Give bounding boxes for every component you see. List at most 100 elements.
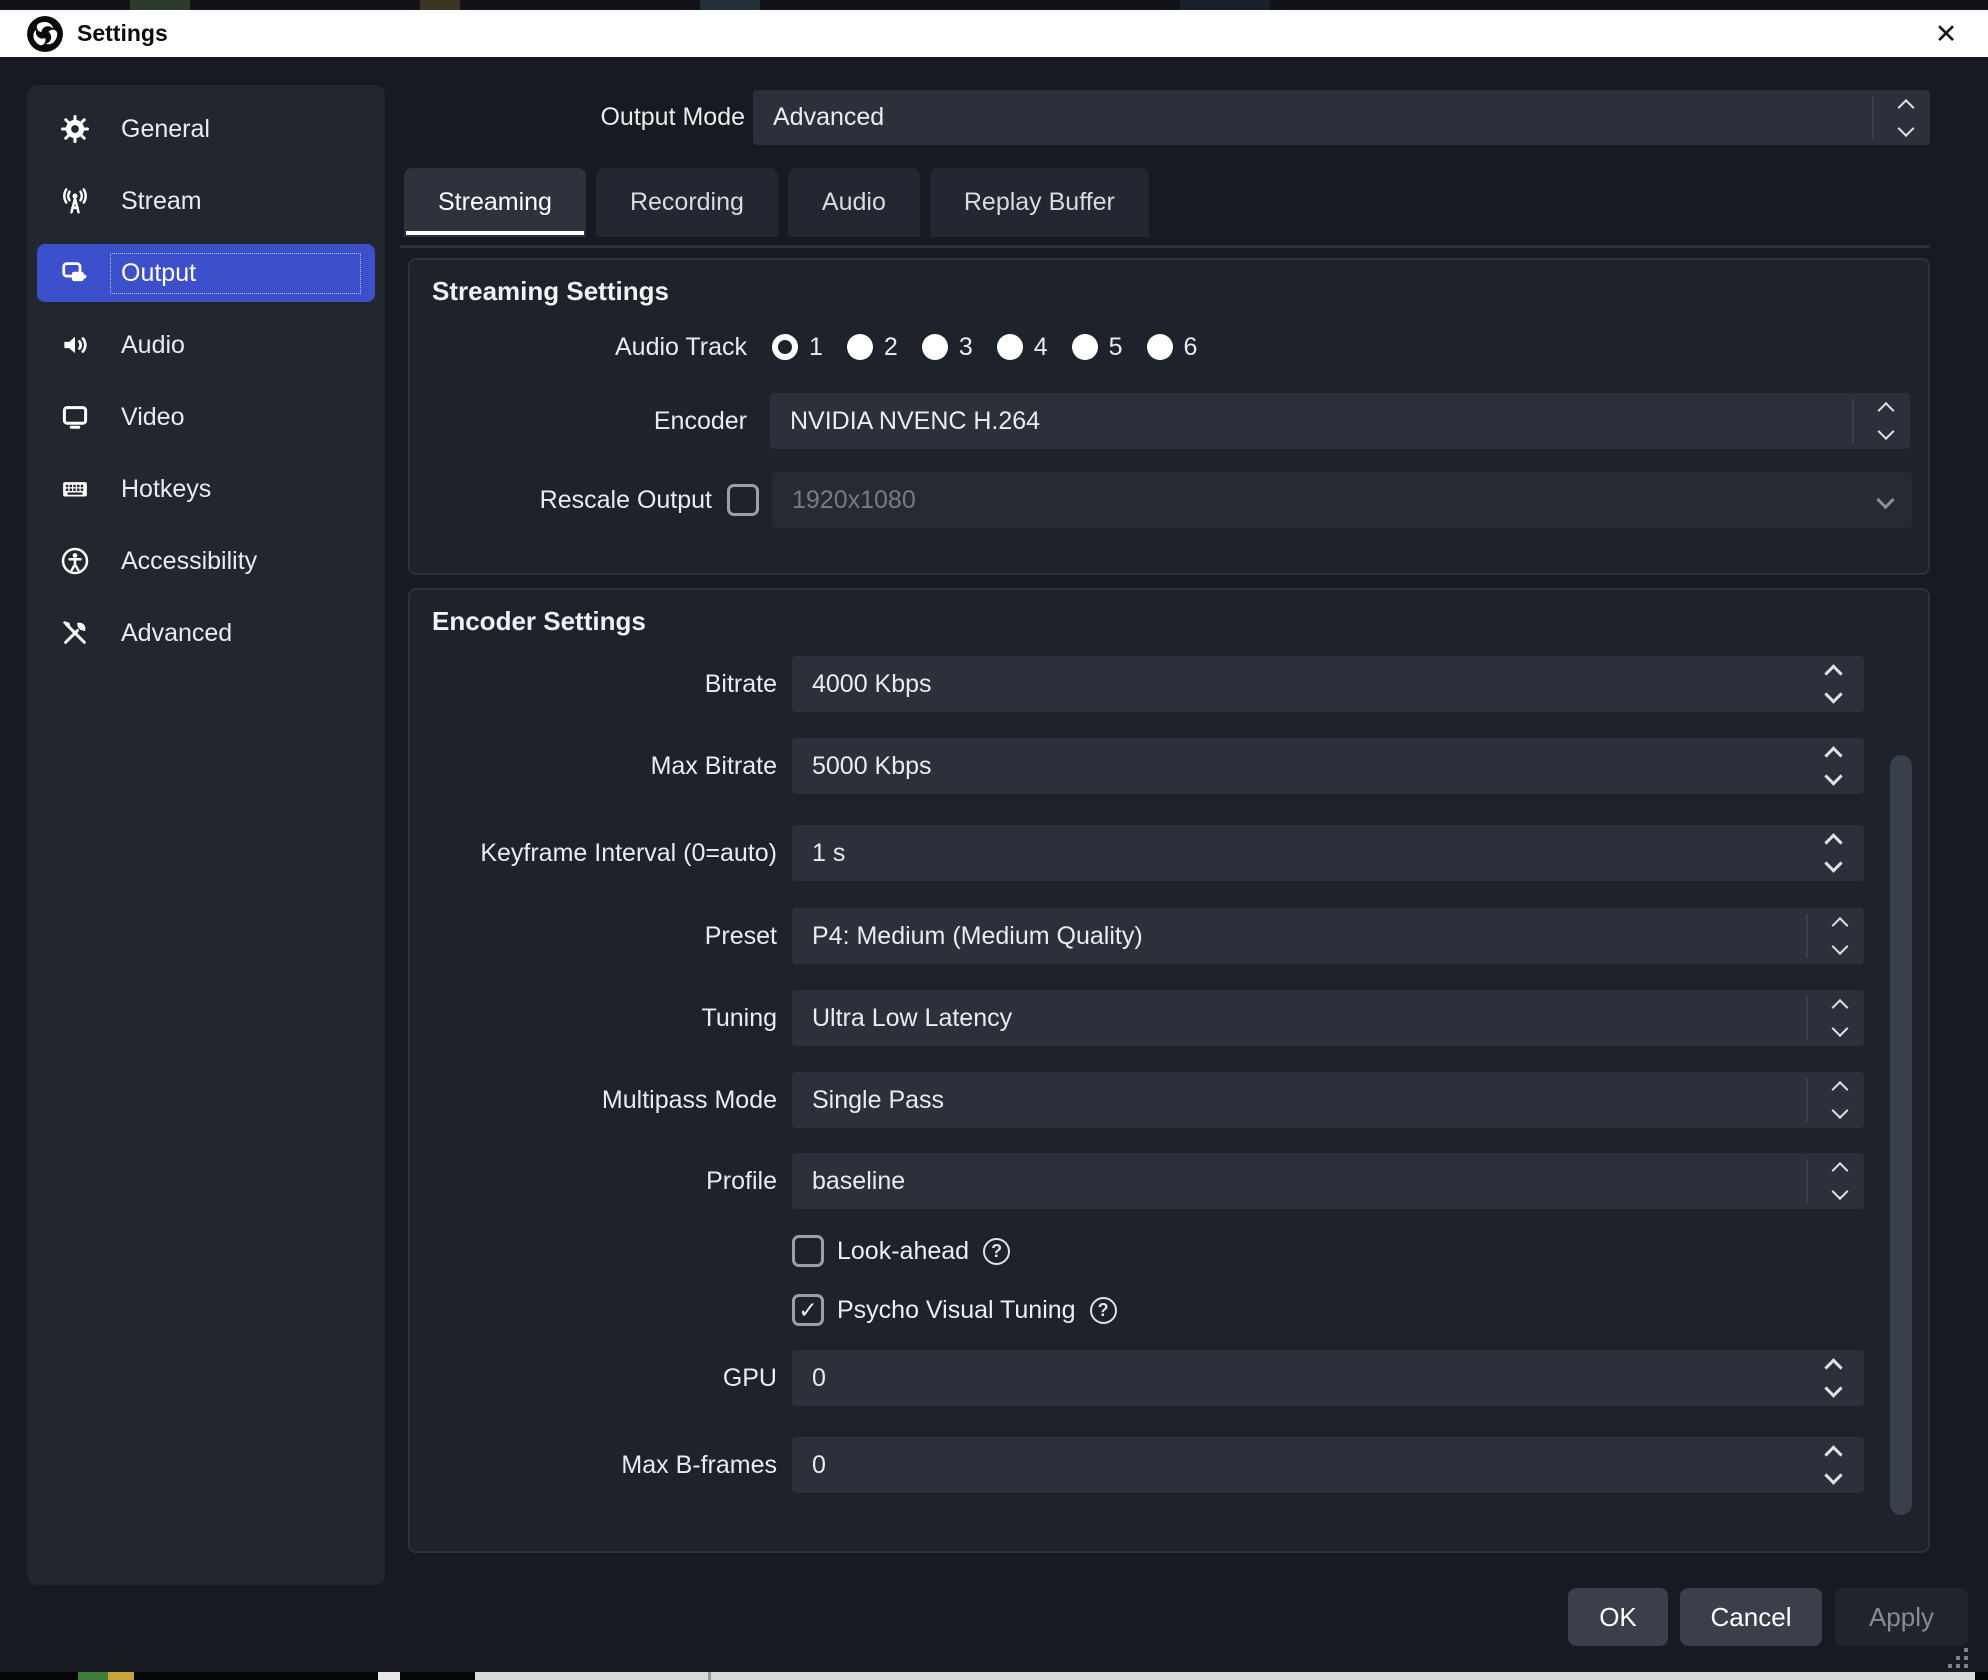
spin-up-icon[interactable] — [1824, 664, 1842, 682]
audio-track-option-2[interactable]: 2 — [847, 333, 898, 362]
tab-audio[interactable]: Audio — [788, 168, 920, 237]
max-bitrate-label: Max Bitrate — [410, 752, 777, 781]
radio-icon[interactable] — [847, 334, 873, 360]
chevron-up-down-icon[interactable] — [1880, 405, 1892, 438]
audio-track-option-3[interactable]: 3 — [922, 333, 973, 362]
tab-label: Audio — [822, 188, 886, 217]
encoder-select[interactable]: NVIDIA NVENC H.264 — [770, 393, 1910, 449]
monitor-icon — [59, 401, 91, 433]
sidebar-item-label: Hotkeys — [110, 469, 361, 510]
audio-track-row: Audio Track 1 2 3 4 5 6 — [410, 324, 1928, 370]
profile-select[interactable]: baseline — [792, 1153, 1864, 1209]
output-mode-label: Output Mode — [400, 90, 745, 145]
preset-select[interactable]: P4: Medium (Medium Quality) — [792, 908, 1864, 964]
speaker-icon — [59, 329, 91, 361]
desktop-behind-top — [0, 0, 1988, 10]
dialog-body: General Stream — [0, 57, 1988, 1672]
chevron-up-down-icon[interactable] — [1834, 1165, 1846, 1198]
psycho-visual-tuning-checkbox[interactable]: ✓ — [792, 1294, 824, 1326]
bitrate-value: 4000 Kbps — [812, 670, 932, 698]
tab-recording[interactable]: Recording — [596, 168, 778, 237]
combo-separator — [1806, 996, 1808, 1040]
encoder-row: Encoder NVIDIA NVENC H.264 — [410, 393, 1928, 449]
chevron-up-down-icon[interactable] — [1834, 1002, 1846, 1035]
bitrate-label: Bitrate — [410, 670, 777, 699]
sidebar-item-label: General — [110, 109, 361, 150]
max-bitrate-spinbox[interactable]: 5000 Kbps — [792, 738, 1864, 794]
tab-streaming[interactable]: Streaming — [404, 168, 586, 237]
look-ahead-checkbox[interactable] — [792, 1235, 824, 1267]
help-icon[interactable]: ? — [983, 1238, 1010, 1265]
sidebar-item-video[interactable]: Video — [27, 381, 385, 453]
antenna-icon — [59, 185, 91, 217]
apply-button[interactable]: Apply — [1835, 1588, 1968, 1646]
max-bframes-spinbox[interactable]: 0 — [792, 1437, 1864, 1493]
sidebar-item-audio[interactable]: Audio — [27, 309, 385, 381]
radio-icon[interactable] — [1072, 334, 1098, 360]
keyframe-interval-label: Keyframe Interval (0=auto) — [410, 839, 777, 868]
spin-down-icon[interactable] — [1824, 854, 1842, 872]
profile-label: Profile — [410, 1167, 777, 1196]
vertical-scrollbar-thumb[interactable] — [1890, 755, 1912, 1515]
desktop-fragment — [130, 0, 190, 10]
streaming-settings-group: Streaming Settings Audio Track 1 2 3 4 5… — [408, 258, 1930, 575]
chevron-up-down-icon[interactable] — [1900, 101, 1912, 134]
rescale-output-row: Rescale Output 1920x1080 — [410, 472, 1928, 528]
sidebar-item-stream[interactable]: Stream — [27, 165, 385, 237]
multipass-mode-row: Multipass Mode Single Pass — [410, 1072, 1928, 1128]
spin-up-icon[interactable] — [1824, 1445, 1842, 1463]
bitrate-spinbox[interactable]: 4000 Kbps — [792, 656, 1864, 712]
spin-down-icon[interactable] — [1824, 767, 1842, 785]
window-behind-fragment — [708, 1672, 711, 1680]
encoder-settings-title: Encoder Settings — [432, 606, 646, 637]
radio-icon[interactable] — [922, 334, 948, 360]
output-mode-select[interactable]: Advanced — [753, 90, 1930, 145]
sidebar-item-general[interactable]: General — [27, 93, 385, 165]
sidebar-item-advanced[interactable]: Advanced — [27, 597, 385, 669]
spin-up-icon[interactable] — [1824, 1358, 1842, 1376]
audio-track-option-5[interactable]: 5 — [1072, 333, 1123, 362]
preset-value: P4: Medium (Medium Quality) — [812, 922, 1143, 950]
chevron-up-down-icon[interactable] — [1834, 920, 1846, 953]
sidebar-item-accessibility[interactable]: Accessibility — [27, 525, 385, 597]
obs-logo-icon — [26, 15, 64, 53]
audio-track-option-4[interactable]: 4 — [997, 333, 1048, 362]
chevron-down-icon — [1876, 491, 1894, 509]
multipass-mode-select[interactable]: Single Pass — [792, 1072, 1864, 1128]
max-bframes-row: Max B-frames 0 — [410, 1437, 1928, 1493]
spin-down-icon[interactable] — [1824, 1379, 1842, 1397]
sidebar: General Stream — [27, 85, 385, 1585]
tab-label: Streaming — [438, 188, 552, 217]
spin-up-icon[interactable] — [1824, 833, 1842, 851]
gpu-spinbox[interactable]: 0 — [792, 1350, 1864, 1406]
gpu-label: GPU — [410, 1364, 777, 1393]
spin-down-icon[interactable] — [1824, 1466, 1842, 1484]
multipass-mode-label: Multipass Mode — [410, 1086, 777, 1115]
max-bframes-value: 0 — [812, 1451, 826, 1479]
radio-selected-icon[interactable] — [772, 334, 798, 360]
audio-track-label: Audio Track — [410, 333, 747, 362]
spin-down-icon[interactable] — [1824, 685, 1842, 703]
tuning-select[interactable]: Ultra Low Latency — [792, 990, 1864, 1046]
spin-up-icon[interactable] — [1824, 746, 1842, 764]
chevron-up-down-icon[interactable] — [1834, 1084, 1846, 1117]
radio-icon[interactable] — [1147, 334, 1173, 360]
resize-grip[interactable] — [1946, 1646, 1968, 1668]
tab-replay-buffer[interactable]: Replay Buffer — [930, 168, 1149, 237]
max-bframes-label: Max B-frames — [410, 1451, 777, 1480]
keyframe-interval-spinbox[interactable]: 1 s — [792, 825, 1864, 881]
sidebar-item-output[interactable]: Output — [27, 237, 385, 309]
sidebar-item-hotkeys[interactable]: Hotkeys — [27, 453, 385, 525]
help-icon[interactable]: ? — [1090, 1297, 1117, 1324]
keyframe-interval-row: Keyframe Interval (0=auto) 1 s — [410, 825, 1928, 881]
close-icon[interactable]: ✕ — [1926, 16, 1966, 52]
radio-icon[interactable] — [997, 334, 1023, 360]
audio-track-option-1[interactable]: 1 — [772, 333, 823, 362]
ok-button[interactable]: OK — [1568, 1588, 1668, 1646]
rescale-resolution-select[interactable]: 1920x1080 — [772, 472, 1912, 528]
titlebar: Settings ✕ — [0, 10, 1988, 57]
rescale-output-checkbox[interactable] — [727, 484, 759, 516]
audio-track-option-6[interactable]: 6 — [1147, 333, 1198, 362]
output-mode-value: Advanced — [773, 103, 884, 131]
cancel-button[interactable]: Cancel — [1680, 1588, 1822, 1646]
